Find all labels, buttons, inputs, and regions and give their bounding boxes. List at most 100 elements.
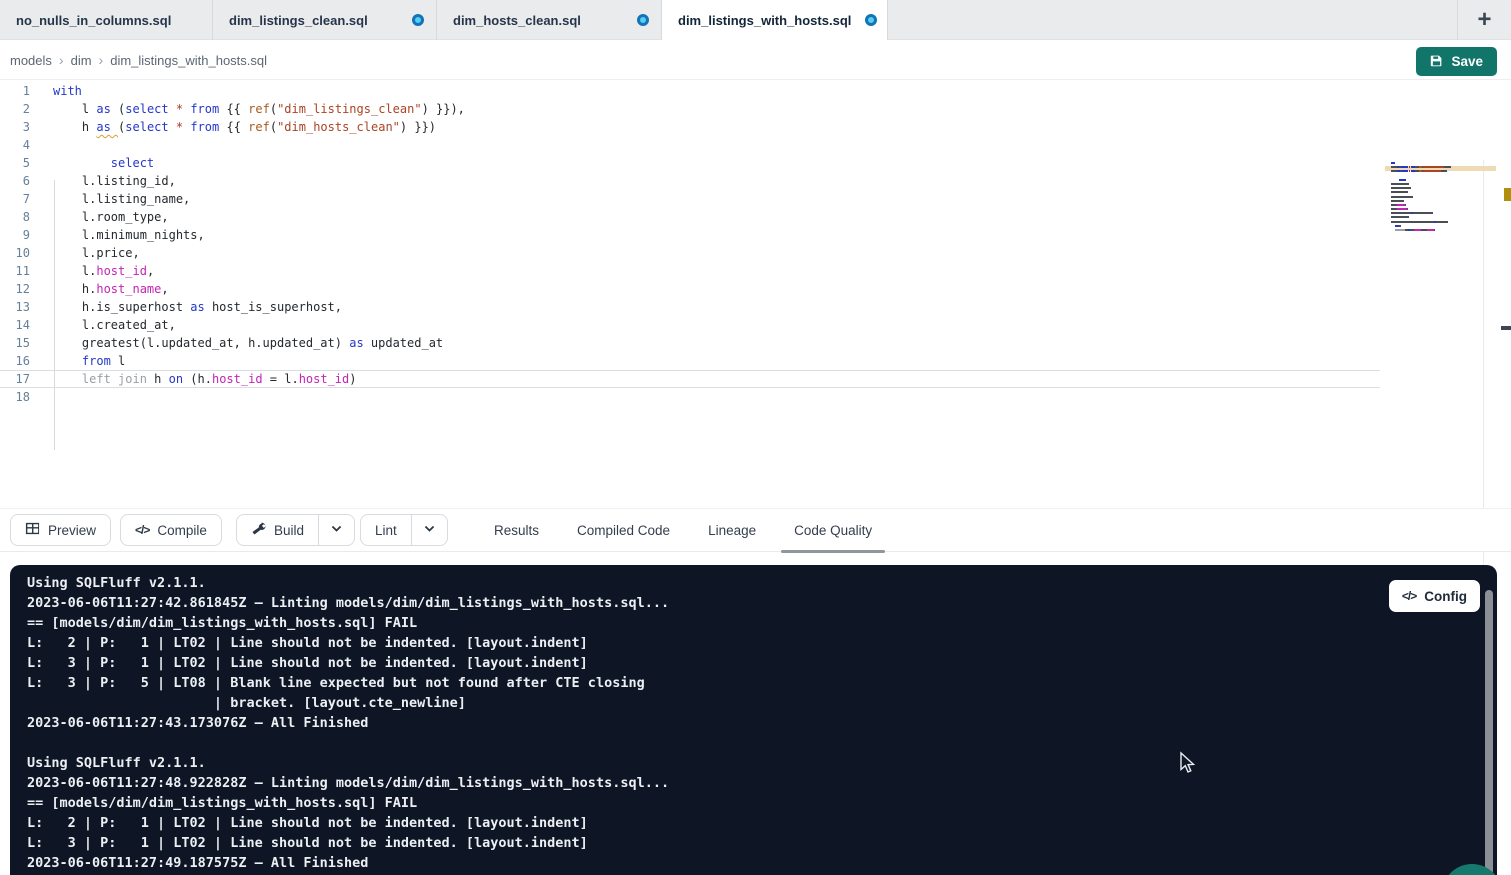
- line-number: 1: [0, 82, 30, 100]
- lint-output-terminal: Using SQLFluff v2.1.1. 2023-06-06T11:27:…: [10, 565, 1497, 875]
- line-number: 10: [0, 244, 30, 262]
- line-number: 12: [0, 280, 30, 298]
- chevron-down-icon: [423, 522, 436, 538]
- breadcrumb-item[interactable]: dim_listings_with_hosts.sql: [110, 53, 267, 68]
- line-content: l.price,: [53, 244, 140, 262]
- panel-tab-results[interactable]: Results: [481, 509, 552, 552]
- config-label: Config: [1424, 589, 1467, 604]
- line-number: 13: [0, 298, 30, 316]
- minimap[interactable]: [1385, 162, 1496, 262]
- lint-split-button: Lint: [360, 514, 448, 546]
- editor-line[interactable]: 6 l.listing_id,: [0, 172, 1380, 190]
- minimap-line: [1385, 200, 1496, 202]
- modified-dot-icon: [637, 14, 649, 26]
- file-tab-bar: no_nulls_in_columns.sql dim_listings_clea…: [0, 0, 1511, 40]
- editor-line[interactable]: 16 from l: [0, 352, 1380, 370]
- line-content: l.room_type,: [53, 208, 169, 226]
- minimap-line: [1385, 204, 1496, 206]
- save-button[interactable]: Save: [1416, 47, 1497, 76]
- chevron-down-icon: [330, 522, 343, 538]
- new-tab-button[interactable]: +: [1457, 0, 1511, 40]
- code-brackets-icon: </>: [1402, 589, 1416, 603]
- minimap-line: [1385, 229, 1496, 231]
- editor-line[interactable]: 15 greatest(l.updated_at, h.updated_at) …: [0, 334, 1380, 352]
- build-label: Build: [274, 523, 304, 538]
- line-content: h.host_name,: [53, 280, 169, 298]
- line-number: 18: [0, 388, 30, 406]
- line-content: l as (select * from {{ ref("dim_listings…: [53, 100, 465, 118]
- build-dropdown-button[interactable]: [318, 515, 354, 545]
- file-tab-label: dim_listings_with_hosts.sql: [678, 13, 851, 28]
- line-content: l.minimum_nights,: [53, 226, 205, 244]
- editor-line[interactable]: 17 left join h on (h.host_id = l.host_id…: [0, 370, 1380, 388]
- editor-line[interactable]: 9 l.minimum_nights,: [0, 226, 1380, 244]
- line-number: 11: [0, 262, 30, 280]
- panel-tab-lineage[interactable]: Lineage: [695, 509, 769, 552]
- minimap-line: [1385, 216, 1496, 218]
- editor-line[interactable]: 11 l.host_id,: [0, 262, 1380, 280]
- breadcrumb: models›dim›dim_listings_with_hosts.sql: [10, 40, 267, 80]
- action-toolbar: Preview </> Compile Build Lint: [0, 508, 1511, 552]
- build-button[interactable]: Build: [237, 515, 318, 545]
- editor-line[interactable]: 13 h.is_superhost as host_is_superhost,: [0, 298, 1380, 316]
- build-split-button: Build: [236, 514, 355, 546]
- terminal-scrollbar[interactable]: [1485, 590, 1493, 875]
- minimap-line: [1385, 212, 1496, 214]
- line-content: l.listing_name,: [53, 190, 190, 208]
- hammer-icon: [251, 521, 266, 539]
- modified-dot-icon: [865, 14, 877, 26]
- editor-line[interactable]: 8 l.room_type,: [0, 208, 1380, 226]
- code-editor[interactable]: 1with2 l as (select * from {{ ref("dim_l…: [0, 80, 1511, 508]
- line-content: greatest(l.updated_at, h.updated_at) as …: [53, 334, 443, 352]
- lint-dropdown-button[interactable]: [411, 515, 447, 545]
- line-number: 7: [0, 190, 30, 208]
- editor-line[interactable]: 2 l as (select * from {{ ref("dim_listin…: [0, 100, 1380, 118]
- line-content: l.listing_id,: [53, 172, 176, 190]
- file-tab[interactable]: no_nulls_in_columns.sql: [0, 0, 213, 40]
- lint-button[interactable]: Lint: [361, 515, 411, 545]
- lint-label: Lint: [375, 523, 397, 538]
- minimap-line: [1385, 183, 1496, 185]
- line-number: 8: [0, 208, 30, 226]
- editor-line[interactable]: 3 h as (select * from {{ ref("dim_hosts_…: [0, 118, 1380, 136]
- line-number: 6: [0, 172, 30, 190]
- line-number: 3: [0, 118, 30, 136]
- minimap-line: [1385, 175, 1496, 177]
- file-tab[interactable]: dim_hosts_clean.sql: [437, 0, 662, 40]
- editor-line[interactable]: 1with: [0, 82, 1380, 100]
- line-content: select: [53, 154, 154, 172]
- editor-line[interactable]: 5 select: [0, 154, 1380, 172]
- modified-dot-icon: [412, 14, 424, 26]
- save-icon: [1430, 54, 1443, 70]
- file-tab-label: dim_listings_clean.sql: [229, 13, 368, 28]
- breadcrumb-item[interactable]: dim: [71, 53, 92, 68]
- panel-tab-compiled-code[interactable]: Compiled Code: [564, 509, 683, 552]
- file-tab[interactable]: dim_listings_with_hosts.sql: [662, 0, 888, 40]
- line-content: h.is_superhost as host_is_superhost,: [53, 298, 342, 316]
- editor-line[interactable]: 18: [0, 388, 1380, 406]
- file-tab[interactable]: dim_listings_clean.sql: [213, 0, 437, 40]
- editor-line[interactable]: 7 l.listing_name,: [0, 190, 1380, 208]
- minimap-line: [1385, 179, 1496, 181]
- line-number: 2: [0, 100, 30, 118]
- editor-line[interactable]: 14 l.created_at,: [0, 316, 1380, 334]
- minimap-line: [1385, 208, 1496, 210]
- overview-ruler-cursor-marker: [1501, 326, 1511, 330]
- minimap-line: [1385, 225, 1496, 227]
- compile-button[interactable]: </> Compile: [120, 514, 222, 546]
- line-content: l.created_at,: [53, 316, 176, 334]
- editor-line[interactable]: 10 l.price,: [0, 244, 1380, 262]
- editor-line[interactable]: 12 h.host_name,: [0, 280, 1380, 298]
- minimap-line: [1385, 191, 1496, 193]
- line-content: from l: [53, 352, 125, 370]
- editor-line[interactable]: 4: [0, 136, 1380, 154]
- line-number: 5: [0, 154, 30, 172]
- save-label: Save: [1451, 54, 1483, 69]
- config-button[interactable]: </> Config: [1389, 580, 1480, 612]
- minimap-line: [1385, 187, 1496, 189]
- line-number: 17: [0, 370, 30, 388]
- dbt-cloud-ide: { "tabs": [ { "label": "no_nulls_in_colu…: [0, 0, 1511, 875]
- breadcrumb-item[interactable]: models: [10, 53, 52, 68]
- panel-tab-code-quality[interactable]: Code Quality: [781, 509, 885, 552]
- preview-button[interactable]: Preview: [10, 514, 111, 546]
